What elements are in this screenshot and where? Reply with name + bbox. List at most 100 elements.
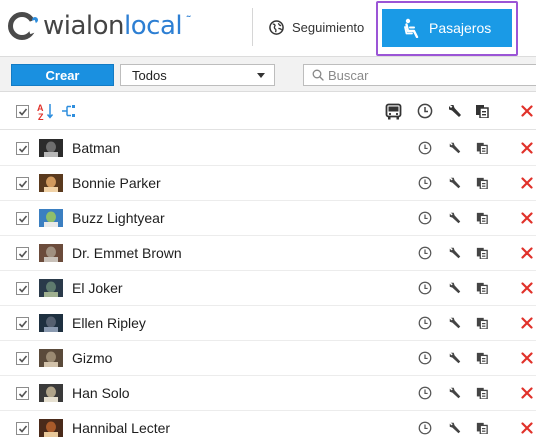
delete-icon[interactable]	[521, 387, 533, 399]
list-item[interactable]: Han Solo	[0, 376, 536, 411]
row-checkbox[interactable]	[16, 247, 29, 260]
wrench-icon[interactable]	[448, 141, 462, 155]
header-divider	[252, 8, 253, 46]
list-item[interactable]: Gizmo	[0, 341, 536, 376]
copy-icon[interactable]	[476, 422, 488, 434]
avatar	[39, 384, 63, 402]
delete-icon[interactable]	[521, 177, 533, 189]
wrench-icon[interactable]	[448, 281, 462, 295]
clock-icon[interactable]	[418, 141, 432, 155]
wrench-icon[interactable]	[448, 176, 462, 190]
search-box	[303, 64, 536, 86]
clock-icon[interactable]	[418, 421, 432, 435]
clock-icon[interactable]	[417, 103, 433, 119]
passenger-name: Buzz Lightyear	[72, 210, 165, 226]
avatar	[39, 314, 63, 332]
logo-text-local: local	[124, 11, 183, 41]
avatar	[39, 244, 63, 262]
list-item[interactable]: Bonnie Parker	[0, 166, 536, 201]
row-checkbox[interactable]	[16, 282, 29, 295]
bus-icon[interactable]	[385, 103, 402, 120]
list-item[interactable]: Hannibal Lecter	[0, 411, 536, 444]
filter-select-value: Todos	[132, 67, 167, 83]
wrench-icon[interactable]	[448, 246, 462, 260]
toolbar: Crear Todos	[0, 56, 536, 92]
clock-icon[interactable]	[418, 246, 432, 260]
delete-icon[interactable]	[521, 142, 533, 154]
passenger-name: Ellen Ripley	[72, 315, 146, 331]
wialon-local-logo: wialonlocal ˜	[8, 6, 192, 46]
passenger-name: El Joker	[72, 280, 123, 296]
copy-icon[interactable]	[476, 282, 488, 294]
clock-icon[interactable]	[418, 386, 432, 400]
passenger-name: Hannibal Lecter	[72, 420, 171, 436]
delete-icon[interactable]	[521, 282, 533, 294]
filter-select[interactable]: Todos	[120, 64, 275, 86]
avatar	[39, 209, 63, 227]
passenger-seat-icon	[404, 18, 419, 38]
row-checkbox[interactable]	[16, 317, 29, 330]
passenger-name: Dr. Emmet Brown	[72, 245, 182, 261]
list-item[interactable]: El Joker	[0, 271, 536, 306]
select-all-checkbox[interactable]	[16, 105, 29, 118]
delete-icon[interactable]	[521, 105, 533, 117]
wrench-icon[interactable]	[448, 211, 462, 225]
passenger-name: Batman	[72, 140, 121, 156]
list-header: A Z	[0, 92, 536, 130]
svg-text:Z: Z	[38, 112, 44, 120]
avatar	[39, 139, 63, 157]
create-button[interactable]: Crear	[11, 64, 114, 86]
clock-icon[interactable]	[418, 351, 432, 365]
row-checkbox[interactable]	[16, 387, 29, 400]
passenger-name: Han Solo	[72, 385, 130, 401]
row-checkbox[interactable]	[16, 177, 29, 190]
avatar	[39, 174, 63, 192]
delete-icon[interactable]	[521, 422, 533, 434]
chevron-down-icon	[257, 73, 265, 78]
copy-icon[interactable]	[476, 247, 488, 259]
group-icon[interactable]	[61, 104, 77, 118]
wrench-icon[interactable]	[448, 351, 462, 365]
wrench-icon[interactable]	[448, 421, 462, 435]
passenger-name: Gizmo	[72, 350, 113, 366]
delete-icon[interactable]	[521, 352, 533, 364]
row-checkbox[interactable]	[16, 352, 29, 365]
avatar	[39, 349, 63, 367]
tab-pasajeros[interactable]: Pasajeros	[382, 9, 512, 47]
avatar	[39, 419, 63, 437]
row-checkbox[interactable]	[16, 422, 29, 435]
wrench-icon[interactable]	[448, 386, 462, 400]
tab-seguimiento[interactable]: Seguimiento	[269, 12, 364, 42]
list-item[interactable]: Batman	[0, 131, 536, 166]
wrench-icon[interactable]	[448, 316, 462, 330]
list-item[interactable]: Buzz Lightyear	[0, 201, 536, 236]
copy-icon[interactable]	[476, 387, 488, 399]
row-checkbox[interactable]	[16, 142, 29, 155]
tab-seguimiento-label: Seguimiento	[292, 19, 365, 35]
list-item[interactable]: Ellen Ripley	[0, 306, 536, 341]
delete-icon[interactable]	[521, 317, 533, 329]
clock-icon[interactable]	[418, 176, 432, 190]
clock-icon[interactable]	[418, 316, 432, 330]
copy-icon[interactable]	[476, 352, 488, 364]
tab-pasajeros-label: Pasajeros	[429, 20, 492, 36]
sort-az-icon[interactable]: A Z	[37, 102, 55, 120]
logo-text-wialon: wialon	[43, 11, 125, 41]
copy-icon[interactable]	[476, 317, 488, 329]
logo-signal-icon: ˜	[185, 14, 192, 28]
copy-icon[interactable]	[476, 212, 488, 224]
logo-mark-icon	[8, 12, 38, 40]
clock-icon[interactable]	[418, 281, 432, 295]
search-input[interactable]	[328, 67, 528, 83]
clock-icon[interactable]	[418, 211, 432, 225]
row-checkbox[interactable]	[16, 212, 29, 225]
copy-icon[interactable]	[476, 142, 488, 154]
delete-icon[interactable]	[521, 212, 533, 224]
wrench-icon[interactable]	[447, 103, 463, 119]
copy-icon[interactable]	[475, 104, 489, 118]
delete-icon[interactable]	[521, 247, 533, 259]
list-item[interactable]: Dr. Emmet Brown	[0, 236, 536, 271]
copy-icon[interactable]	[476, 177, 488, 189]
globe-icon	[269, 19, 284, 35]
avatar	[39, 279, 63, 297]
